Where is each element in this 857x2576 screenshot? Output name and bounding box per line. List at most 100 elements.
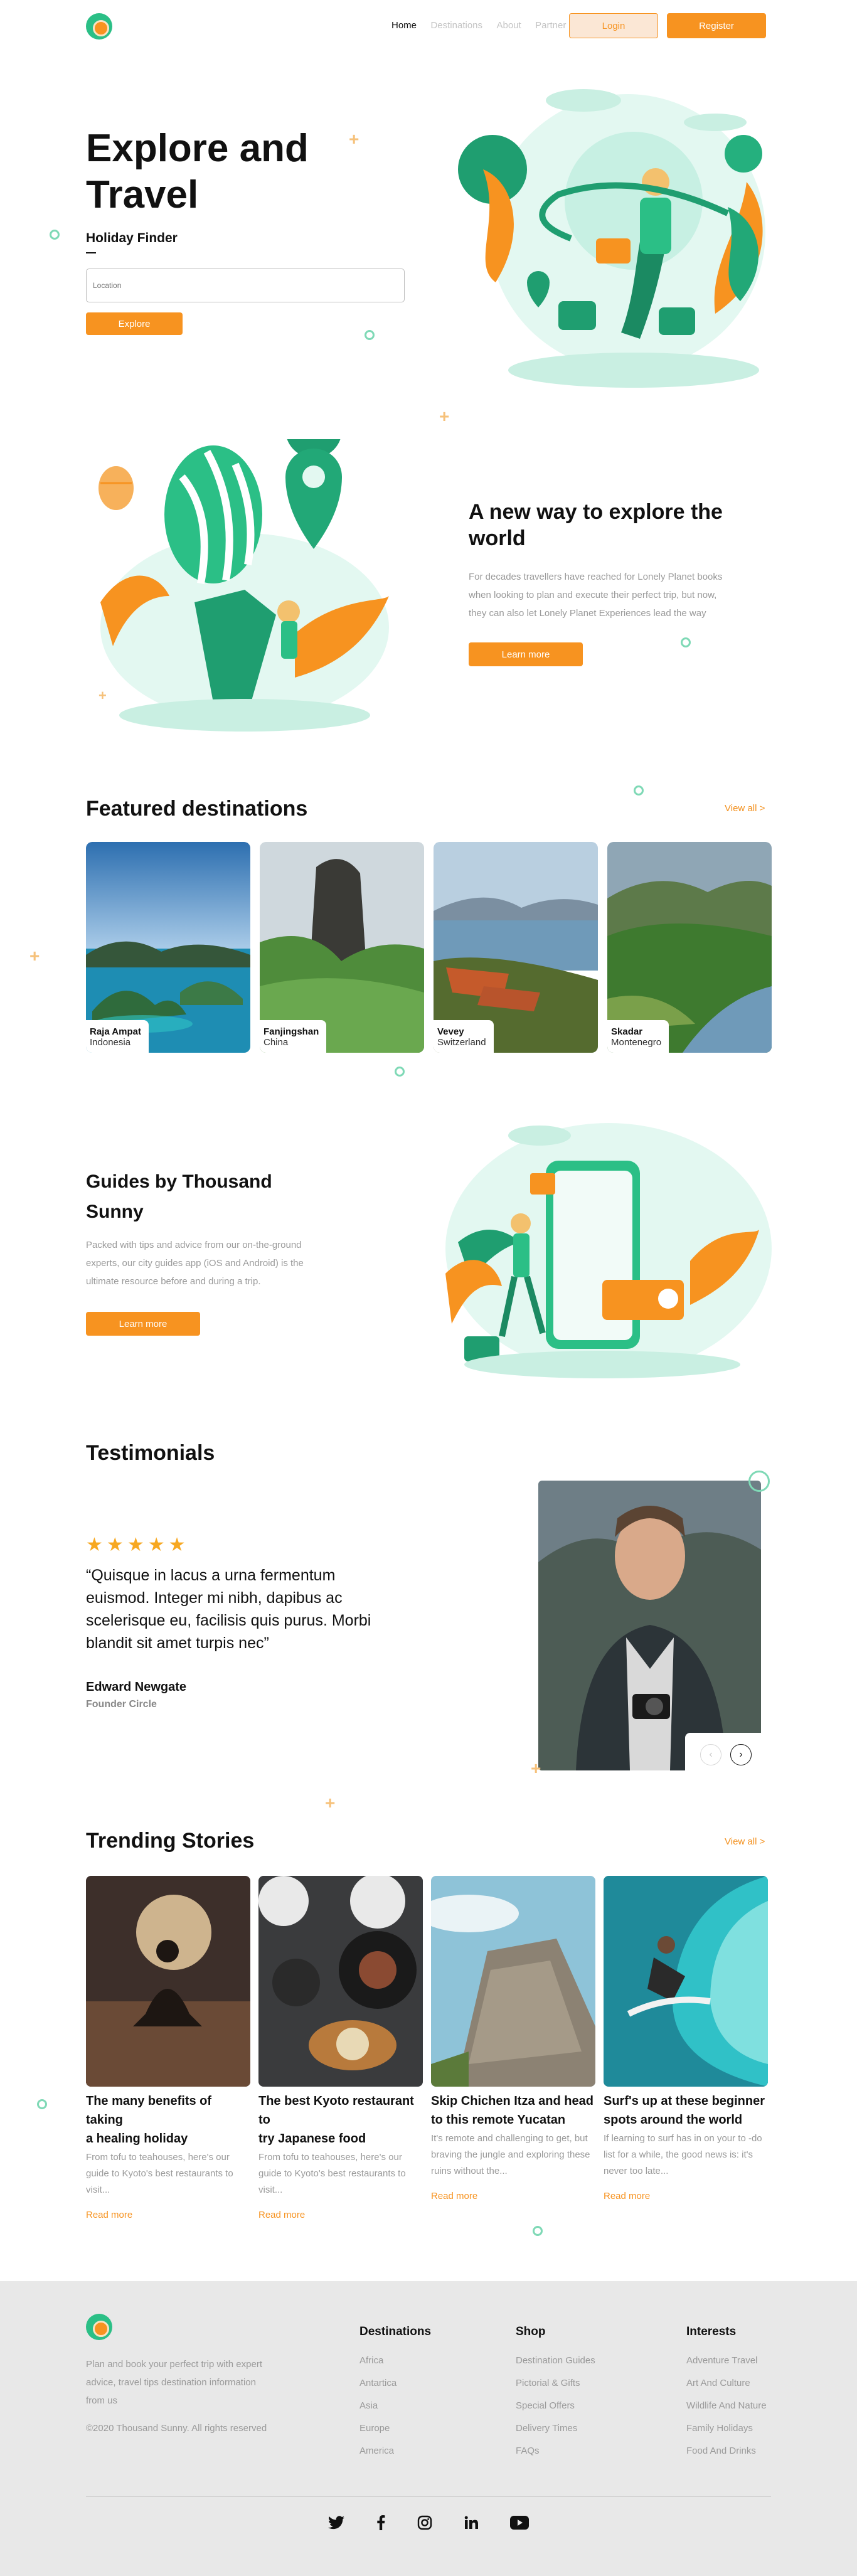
story-image [258, 1876, 423, 2087]
nav-about[interactable]: About [496, 20, 521, 31]
footer-link-europe[interactable]: Europe [359, 2423, 431, 2434]
read-more-link[interactable]: Read more [86, 2210, 250, 2220]
twitter-icon[interactable] [328, 2516, 344, 2530]
rating-stars: ★★★★★ [86, 1534, 189, 1556]
ring-decoration [365, 330, 375, 340]
guides-title-line2: Sunny [86, 1201, 144, 1222]
footer-about: Plan and book your perfect trip with exp… [86, 2355, 262, 2410]
footer-link-art-culture[interactable]: Art And Culture [686, 2378, 767, 2388]
mayan-ruins-photo [431, 1876, 595, 2087]
youtube-icon[interactable] [510, 2516, 529, 2530]
carousel-controls: ‹ › [685, 1733, 761, 1770]
destination-card-skadar[interactable]: Skadar Montenegro [607, 842, 772, 1053]
read-more-link[interactable]: Read more [431, 2191, 595, 2201]
new-way-body: For decades travellers have reached for … [469, 568, 722, 622]
site-footer: Plan and book your perfect trip with exp… [0, 2281, 857, 2576]
footer-link-delivery-times[interactable]: Delivery Times [516, 2423, 595, 2434]
facebook-icon[interactable] [376, 2515, 385, 2530]
destination-name: Vevey [437, 1026, 464, 1037]
nav-partner[interactable]: Partner [535, 20, 566, 31]
linkedin-icon[interactable] [464, 2516, 478, 2530]
hero-title: Explore and Travel [86, 125, 309, 218]
hero-title-line1: Explore and [86, 127, 309, 170]
footer-link-pictorial-gifts[interactable]: Pictorial & Gifts [516, 2378, 595, 2388]
destination-card-vevey[interactable]: Vevey Switzerland [434, 842, 598, 1053]
new-way-body-line3: they can also let Lonely Planet Experien… [469, 608, 706, 619]
story-image [604, 1876, 768, 2087]
explore-button[interactable]: Explore [86, 312, 183, 335]
footer-link-africa[interactable]: Africa [359, 2355, 431, 2366]
footer-link-special-offers[interactable]: Special Offers [516, 2400, 595, 2411]
featured-view-all-link[interactable]: View all > [725, 803, 765, 814]
footer-link-wildlife-nature[interactable]: Wildlife And Nature [686, 2400, 767, 2411]
footer-link-family-holidays[interactable]: Family Holidays [686, 2423, 767, 2434]
footer-link-antartica[interactable]: Antartica [359, 2378, 431, 2388]
meditation-photo [86, 1876, 250, 2087]
destination-name: Skadar [611, 1026, 643, 1037]
story-card-chichen-itza[interactable]: Skip Chichen Itza and head to this remote… [431, 1876, 595, 2201]
register-button[interactable]: Register [667, 13, 766, 38]
story-title-line1: Skip Chichen Itza and head [431, 2094, 594, 2108]
story-image [86, 1876, 250, 2087]
testimonials-title: Testimonials [86, 1441, 215, 1465]
hero-subtitle: Holiday Finder [86, 231, 178, 245]
guides-learn-more-button[interactable]: Learn more [86, 1312, 200, 1336]
footer-about-line1: Plan and book your perfect trip with exp… [86, 2359, 262, 2370]
instagram-icon[interactable] [417, 2515, 432, 2530]
story-excerpt: It's remote and challenging to get, but b… [431, 2131, 595, 2179]
surfer-photo [604, 1876, 768, 2087]
trending-view-all-link[interactable]: View all > [725, 1836, 765, 1847]
guides-body: Packed with tips and advice from our on-… [86, 1236, 304, 1291]
destination-country: China [263, 1037, 289, 1048]
testimonial-author: Edward Newgate [86, 1680, 187, 1694]
city-guide-app-illustration [445, 1123, 772, 1378]
story-excerpt-line3: visit... [86, 2185, 110, 2195]
star-icon: ★ [86, 1535, 107, 1555]
login-button[interactable]: Login [569, 13, 658, 38]
ring-decoration [395, 1067, 405, 1077]
footer-link-america[interactable]: America [359, 2446, 431, 2456]
carousel-prev-button[interactable]: ‹ [700, 1744, 721, 1765]
new-way-learn-more-button[interactable]: Learn more [469, 642, 583, 666]
star-icon: ★ [147, 1535, 169, 1555]
footer-logo[interactable] [86, 2314, 112, 2340]
footer-link-destination-guides[interactable]: Destination Guides [516, 2355, 595, 2366]
location-input[interactable] [86, 269, 405, 302]
star-icon: ★ [106, 1535, 127, 1555]
read-more-link[interactable]: Read more [258, 2210, 423, 2220]
main-nav: Home Destinations About Partner [391, 20, 577, 31]
footer-link-adventure-travel[interactable]: Adventure Travel [686, 2355, 767, 2366]
new-way-body-line1: For decades travellers have reached for … [469, 572, 723, 582]
hot-air-balloon-illustration [98, 439, 389, 732]
destination-label: Fanjingshan China [260, 1020, 327, 1053]
footer-link-food-drinks[interactable]: Food And Drinks [686, 2446, 767, 2456]
footer-about-line2: advice, travel tips destination informat… [86, 2377, 256, 2388]
footer-link-asia[interactable]: Asia [359, 2400, 431, 2411]
nav-destinations[interactable]: Destinations [430, 20, 482, 31]
nav-home[interactable]: Home [391, 20, 417, 31]
guides-title: Guides by Thousand Sunny [86, 1167, 272, 1227]
story-excerpt: From tofu to teahouses, here's our guide … [86, 2149, 250, 2198]
story-excerpt-line3: visit... [258, 2185, 283, 2195]
featured-title: Featured destinations [86, 797, 308, 821]
story-excerpt-line1: If learning to surf has in on your to -d… [604, 2133, 762, 2144]
testimonial-quote: “Quisque in lacus a urna fermentum euism… [86, 1564, 371, 1654]
story-card-surf-spots[interactable]: Surf's up at these beginner spots around … [604, 1876, 768, 2201]
destination-label: Raja Ampat Indonesia [86, 1020, 149, 1053]
destination-label: Vevey Switzerland [434, 1020, 494, 1053]
new-way-title: A new way to explore the world [469, 499, 723, 551]
plus-decoration: + [98, 688, 107, 703]
carousel-next-button[interactable]: › [730, 1744, 752, 1765]
ring-decoration [50, 230, 60, 240]
read-more-link[interactable]: Read more [604, 2191, 768, 2201]
story-card-kyoto-restaurant[interactable]: The best Kyoto restaurant to try Japanese… [258, 1876, 423, 2220]
story-excerpt: If learning to surf has in on your to -d… [604, 2131, 768, 2179]
site-logo[interactable] [86, 13, 112, 40]
story-image [431, 1876, 595, 2087]
story-card-healing-holiday[interactable]: The many benefits of taking a healing hol… [86, 1876, 250, 2220]
footer-link-faqs[interactable]: FAQs [516, 2446, 595, 2456]
story-title-line1: Surf's up at these beginner [604, 2094, 765, 2108]
destination-card-raja-ampat[interactable]: Raja Ampat Indonesia [86, 842, 250, 1053]
destination-card-fanjingshan[interactable]: Fanjingshan China [260, 842, 424, 1053]
story-title: The many benefits of taking a healing hol… [86, 2092, 250, 2148]
